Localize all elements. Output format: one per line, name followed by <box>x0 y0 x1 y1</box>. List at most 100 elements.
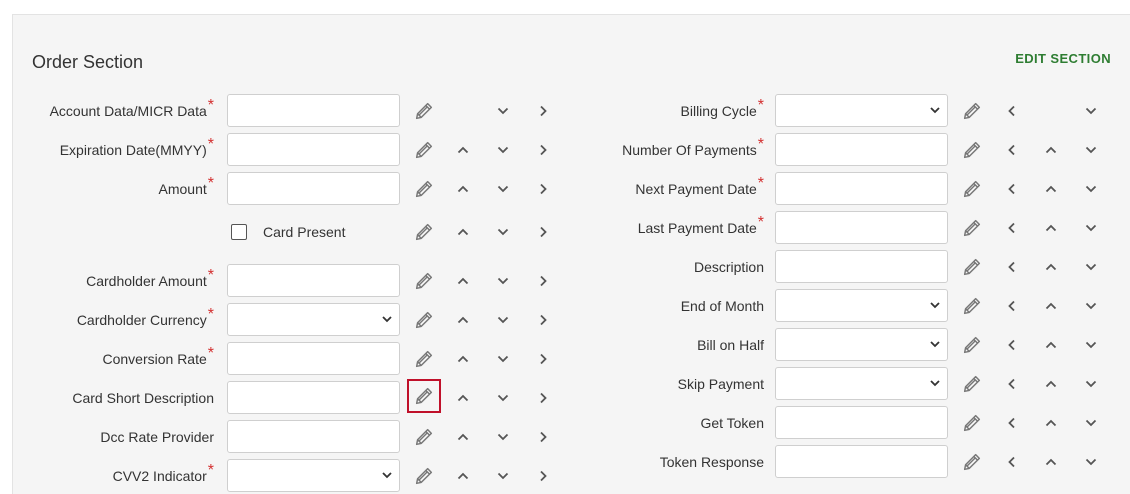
chevron-up-button-next-payment-date[interactable] <box>1037 175 1065 203</box>
pencil-button-description[interactable] <box>958 253 986 281</box>
chevron-down-button-last-payment-date[interactable] <box>1077 214 1105 242</box>
chevron-up-button-last-payment-date[interactable] <box>1037 214 1065 242</box>
next-payment-date-input[interactable] <box>775 172 948 205</box>
bill-on-half-label: Bill on Half <box>697 328 764 362</box>
get-token-label: Get Token <box>700 406 764 440</box>
chevron-left-icon <box>1008 300 1015 312</box>
chevron-up-icon <box>1045 419 1057 427</box>
get-token-input[interactable] <box>775 406 948 439</box>
chevron-up-icon <box>1045 458 1057 466</box>
chevron-up-button-number-of-payments[interactable] <box>1037 136 1065 164</box>
chevron-up-button-skip-payment[interactable] <box>1037 370 1065 398</box>
pencil-button-token-response[interactable] <box>958 448 986 476</box>
field-label-text: Number Of Payments <box>622 142 757 158</box>
field-label-text: Get Token <box>700 415 764 431</box>
pencil-icon <box>963 297 981 315</box>
chevron-left-button-skip-payment[interactable] <box>998 370 1026 398</box>
chevron-up-icon <box>1045 302 1057 310</box>
chevron-up-button-token-response[interactable] <box>1037 448 1065 476</box>
chevron-left-icon <box>1008 417 1015 429</box>
chevron-down-button-get-token[interactable] <box>1077 409 1105 437</box>
end-of-month-label: End of Month <box>681 289 764 323</box>
description-input[interactable] <box>775 250 948 283</box>
chevron-left-button-billing-cycle[interactable] <box>998 97 1026 125</box>
field-label-text: Bill on Half <box>697 337 764 353</box>
pencil-button-number-of-payments[interactable] <box>958 136 986 164</box>
pencil-icon <box>963 180 981 198</box>
pencil-button-end-of-month[interactable] <box>958 292 986 320</box>
token-response-label: Token Response <box>660 445 764 479</box>
pencil-button-next-payment-date[interactable] <box>958 175 986 203</box>
chevron-up-icon <box>1045 146 1057 154</box>
chevron-down-button-skip-payment[interactable] <box>1077 370 1105 398</box>
chevron-down-button-next-payment-date[interactable] <box>1077 175 1105 203</box>
edit-section-button[interactable]: EDIT SECTION <box>1015 51 1111 66</box>
token-response-input[interactable] <box>775 445 948 478</box>
form-row-number-of-payments: Number Of Payments* <box>0 133 1130 167</box>
chevron-down-button-token-response[interactable] <box>1077 448 1105 476</box>
chevron-left-button-bill-on-half[interactable] <box>998 331 1026 359</box>
chevron-up-button-end-of-month[interactable] <box>1037 292 1065 320</box>
number-of-payments-input[interactable] <box>775 133 948 166</box>
chevron-down-icon <box>1085 224 1097 232</box>
chevron-left-button-token-response[interactable] <box>998 448 1026 476</box>
form-row-token-response: Token Response <box>0 445 1130 479</box>
form-row-bill-on-half: Bill on Half <box>0 328 1130 362</box>
pencil-button-bill-on-half[interactable] <box>958 331 986 359</box>
bill-on-half-select[interactable] <box>775 328 948 361</box>
last-payment-date-input[interactable] <box>775 211 948 244</box>
chevron-left-button-end-of-month[interactable] <box>998 292 1026 320</box>
pencil-icon <box>963 219 981 237</box>
skip-payment-select[interactable] <box>775 367 948 400</box>
form-row-get-token: Get Token <box>0 406 1130 440</box>
chevron-down-icon <box>1085 419 1097 427</box>
form-row-description: Description <box>0 250 1130 284</box>
chevron-left-button-number-of-payments[interactable] <box>998 136 1026 164</box>
chevron-up-button-get-token[interactable] <box>1037 409 1065 437</box>
billing-cycle-select[interactable] <box>775 94 948 127</box>
chevron-left-button-next-payment-date[interactable] <box>998 175 1026 203</box>
chevron-up-icon <box>1045 341 1057 349</box>
chevron-left-button-last-payment-date[interactable] <box>998 214 1026 242</box>
next-payment-date-label: Next Payment Date* <box>635 172 764 206</box>
chevron-left-icon <box>1008 378 1015 390</box>
last-payment-date-label: Last Payment Date* <box>638 211 764 245</box>
chevron-down-icon <box>1085 302 1097 310</box>
chevron-left-button-description[interactable] <box>998 253 1026 281</box>
chevron-left-icon <box>1008 222 1015 234</box>
pencil-icon <box>963 258 981 276</box>
required-asterisk: * <box>757 175 764 192</box>
chevron-left-button-get-token[interactable] <box>998 409 1026 437</box>
chevron-up-button-description[interactable] <box>1037 253 1065 281</box>
chevron-up-icon <box>1045 185 1057 193</box>
pencil-button-billing-cycle[interactable] <box>958 97 986 125</box>
chevron-up-button-bill-on-half[interactable] <box>1037 331 1065 359</box>
chevron-down-button-billing-cycle[interactable] <box>1077 97 1105 125</box>
chevron-up-icon <box>1045 263 1057 271</box>
field-label-text: Token Response <box>659 454 764 470</box>
chevron-down-button-description[interactable] <box>1077 253 1105 281</box>
field-label-text: Next Payment Date <box>635 181 757 197</box>
chevron-down-icon <box>1085 107 1097 115</box>
form-row-next-payment-date: Next Payment Date* <box>0 172 1130 206</box>
chevron-left-icon <box>1008 261 1015 273</box>
end-of-month-select[interactable] <box>775 289 948 322</box>
pencil-icon <box>963 414 981 432</box>
chevron-down-icon <box>930 341 940 348</box>
required-asterisk: * <box>757 214 764 231</box>
chevron-left-icon <box>1008 456 1015 468</box>
form-row-end-of-month: End of Month <box>0 289 1130 323</box>
pencil-button-last-payment-date[interactable] <box>958 214 986 242</box>
chevron-down-button-number-of-payments[interactable] <box>1077 136 1105 164</box>
field-label-text: Skip Payment <box>677 376 764 392</box>
chevron-down-icon <box>930 302 940 309</box>
pencil-button-skip-payment[interactable] <box>958 370 986 398</box>
pencil-button-get-token[interactable] <box>958 409 986 437</box>
chevron-down-button-bill-on-half[interactable] <box>1077 331 1105 359</box>
chevron-left-icon <box>1008 144 1015 156</box>
field-label-text: Description <box>693 259 764 275</box>
form-row-skip-payment: Skip Payment <box>0 367 1130 401</box>
pencil-icon <box>963 102 981 120</box>
chevron-down-icon <box>1085 146 1097 154</box>
chevron-down-button-end-of-month[interactable] <box>1077 292 1105 320</box>
